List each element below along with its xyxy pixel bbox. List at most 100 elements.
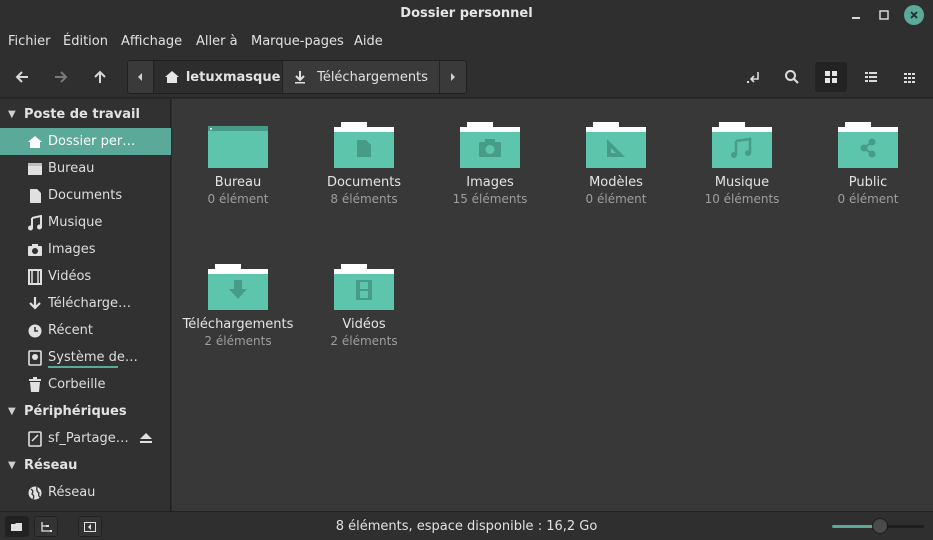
close-button[interactable] — [904, 5, 924, 25]
camera-icon — [26, 243, 44, 257]
globe-icon — [26, 485, 44, 501]
document-icon — [26, 188, 44, 204]
menu-fichier[interactable]: Fichier — [8, 34, 51, 49]
folder-name: Téléchargements — [182, 317, 294, 332]
sidebar-section-label: Périphériques — [24, 404, 127, 419]
sidebar-item-bureau[interactable]: Bureau — [0, 155, 171, 182]
maximize-button[interactable] — [874, 5, 894, 25]
zoom-slider[interactable] — [832, 518, 924, 534]
folder-item-count: 0 élément — [585, 192, 647, 206]
eject-button[interactable] — [139, 432, 153, 448]
menu-marque-pages[interactable]: Marque-pages — [251, 34, 344, 49]
sidebar-item-documents[interactable]: Documents — [0, 182, 171, 209]
folder-templates-icon — [586, 122, 646, 168]
folder-item-musique[interactable]: Musique 10 éléments — [679, 121, 805, 206]
minimize-button[interactable] — [846, 5, 866, 25]
sidebar-item-telechargements[interactable]: Télécharge… — [0, 290, 171, 317]
folder-name: Modèles — [589, 175, 643, 190]
folder-item-telechargements[interactable]: Téléchargements 2 éléments — [175, 263, 301, 348]
sidebar-item-musique[interactable]: Musique — [0, 209, 171, 236]
folder-item-images[interactable]: Images 15 éléments — [427, 121, 553, 206]
toolbar: letuxmasque Téléchargements — [0, 56, 933, 98]
folder-item-documents[interactable]: Documents 8 éléments — [301, 121, 427, 206]
arrow-up-icon — [94, 70, 106, 83]
list-view-button[interactable] — [855, 62, 887, 92]
expand-triangle-icon: ▼ — [8, 109, 16, 120]
sidebar-item-reseau[interactable]: Réseau — [0, 479, 171, 506]
path-scroll-left-button[interactable] — [128, 61, 154, 93]
folder-music-icon — [712, 122, 772, 168]
arrow-left-icon — [15, 71, 28, 83]
folder-item-count: 10 éléments — [704, 192, 780, 206]
chevron-right-icon — [451, 73, 456, 81]
disk-usage-bar — [48, 366, 118, 368]
list-icon — [865, 72, 877, 82]
home-icon — [26, 135, 44, 149]
sidebar-item-sf-partage[interactable]: sf_Partage… — [0, 425, 171, 452]
menu-aller-a[interactable]: Aller à — [196, 34, 238, 49]
menu-bar: Fichier Édition Affichage Aller à Marque… — [0, 29, 933, 56]
path-scroll-right-button[interactable] — [440, 61, 466, 93]
trash-icon — [26, 376, 44, 393]
clock-icon — [26, 323, 44, 339]
folder-item-bureau[interactable]: Bureau 0 élément — [175, 121, 301, 206]
sidebar-section-peripheriques[interactable]: ▼ Périphériques — [0, 398, 171, 425]
compact-view-button[interactable] — [894, 62, 926, 92]
folder-public-icon — [838, 122, 898, 168]
menu-affichage[interactable]: Affichage — [121, 34, 182, 49]
path-segment-home[interactable]: letuxmasque — [153, 61, 284, 93]
arrow-right-icon — [55, 71, 68, 83]
folder-item-count: 0 élément — [207, 192, 269, 206]
music-icon — [26, 214, 44, 231]
folder-item-count: 2 éléments — [330, 334, 398, 348]
file-view: Bureau 0 élément Documents 8 éléments Im… — [172, 99, 933, 511]
folder-item-count: 8 éléments — [330, 192, 398, 206]
folder-documents-icon — [334, 122, 394, 168]
sidebar-item-label: Vidéos — [48, 269, 92, 284]
sidebar-item-images[interactable]: Images — [0, 236, 171, 263]
sidebar-section-poste-de-travail[interactable]: ▼ Poste de travail — [0, 101, 171, 128]
expand-triangle-icon: ▼ — [8, 406, 16, 417]
minimize-icon — [852, 17, 860, 19]
sidebar-item-systeme-de-fichiers[interactable]: Système de… — [0, 344, 171, 371]
grid-icon — [825, 71, 837, 83]
folder-videos-icon — [334, 264, 394, 310]
menu-edition[interactable]: Édition — [63, 34, 108, 49]
folder-item-count: 0 élément — [837, 192, 899, 206]
folder-name: Public — [848, 175, 888, 190]
desktop-icon — [26, 162, 44, 176]
folder-item-modeles[interactable]: Modèles 0 élément — [553, 121, 679, 206]
path-segment-downloads[interactable]: Téléchargements — [283, 61, 441, 93]
sidebar-item-recent[interactable]: Récent — [0, 317, 171, 344]
toggle-location-entry-button[interactable] — [738, 62, 770, 92]
film-icon — [26, 268, 44, 285]
drive-icon — [26, 349, 44, 366]
sidebar-item-dossier-personnel[interactable]: Dossier per… — [0, 128, 171, 155]
folder-name: Bureau — [214, 175, 262, 190]
folder-item-public[interactable]: Public 0 élément — [805, 121, 931, 206]
folder-name: Images — [466, 175, 514, 190]
sidebar-section-reseau[interactable]: ▼ Réseau — [0, 452, 171, 479]
path-home-label: letuxmasque — [185, 69, 281, 85]
forward-button[interactable] — [46, 62, 76, 92]
folder-item-videos[interactable]: Vidéos 2 éléments — [301, 263, 427, 348]
folder-item-count: 15 éléments — [452, 192, 528, 206]
eject-icon — [140, 433, 152, 443]
sidebar-item-label: sf_Partage… — [48, 431, 129, 446]
sidebar-item-videos[interactable]: Vidéos — [0, 263, 171, 290]
sidebar-item-corbeille[interactable]: Corbeille — [0, 371, 171, 398]
folder-name: Musique — [714, 175, 770, 190]
zoom-slider-handle[interactable] — [871, 518, 888, 534]
search-button[interactable] — [776, 62, 808, 92]
up-button[interactable] — [85, 62, 115, 92]
status-bar: 8 éléments, espace disponible : 16,2 Go — [0, 511, 933, 540]
compact-list-icon — [904, 73, 915, 83]
icon-view-button[interactable] — [815, 62, 847, 92]
folder-item-count: 2 éléments — [204, 334, 272, 348]
sidebar-item-label: Images — [48, 242, 96, 257]
sidebar-item-label: Corbeille — [48, 377, 106, 392]
expand-triangle-icon: ▼ — [8, 460, 16, 471]
back-button[interactable] — [7, 62, 37, 92]
download-icon — [26, 296, 44, 312]
menu-aide[interactable]: Aide — [354, 34, 383, 49]
